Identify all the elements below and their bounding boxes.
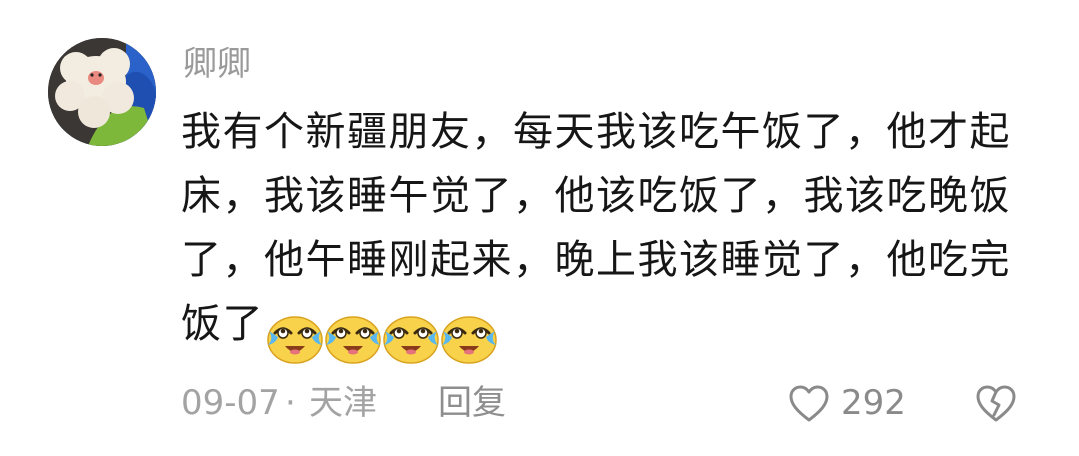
reply-button[interactable]: 回复	[438, 380, 506, 426]
comment-footer: 09-07 · 天津 回复 292	[181, 380, 1041, 426]
crying-laughing-emoji	[441, 316, 497, 364]
meta-separator: ·	[285, 383, 296, 423]
comment-date: 09-07	[181, 383, 280, 423]
avatar-image	[48, 38, 156, 146]
username[interactable]: 卿卿	[183, 40, 251, 88]
comment-body: 我有个新疆朋友，每天我该吃午饭了，他才起床，我该睡午觉了，他该吃饭了，我该吃晚饭…	[181, 100, 1041, 368]
comment-item: 卿卿 我有个新疆朋友，每天我该吃午饭了，他才起床，我该睡午觉了，他该吃饭了，我该…	[0, 0, 1079, 456]
avatar[interactable]	[48, 38, 156, 146]
emoji-row	[266, 304, 498, 368]
broken-heart-icon[interactable]	[975, 384, 1017, 424]
crying-laughing-emoji	[267, 316, 323, 364]
comment-location: 天津	[309, 383, 377, 423]
crying-laughing-emoji	[383, 316, 439, 364]
crying-laughing-emoji	[325, 316, 381, 364]
like-count: 292	[841, 383, 906, 423]
heart-outline-icon[interactable]	[788, 384, 830, 424]
